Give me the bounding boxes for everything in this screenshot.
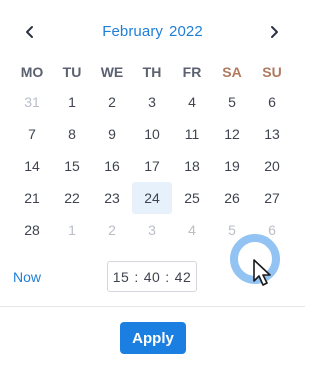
weekday-label: FR [182,64,202,80]
day-cell[interactable]: 19 [212,150,252,182]
day-cell[interactable]: 17 [132,150,172,182]
day-cell[interactable]: 12 [212,118,252,150]
weekday-label: MO [20,64,44,80]
date-time-picker: February 2022 MO TU WE TH FR SA SU 31 1 2 3 4 5 6 7 8 9 1… [0,0,305,369]
days-grid: 31 1 2 3 4 5 6 7 8 9 10 11 12 13 14 15 16 17 18 19 20 21 22 23 2… [12,86,292,246]
day-cell[interactable]: 21 [12,182,52,214]
day-cell[interactable]: 4 [172,86,212,118]
day-cell[interactable]: 28 [12,214,52,246]
day-cell[interactable]: 22 [52,182,92,214]
weekday-label: TH [142,64,162,80]
day-cell-selected[interactable]: 24 [132,182,172,214]
day-cell[interactable]: 27 [252,182,292,214]
day-cell[interactable]: 20 [252,150,292,182]
day-cell-outside-month[interactable]: 31 [12,86,52,118]
month-selector[interactable]: February [102,23,163,40]
day-cell[interactable]: 9 [92,118,132,150]
minutes-field[interactable]: 40 [144,269,161,285]
day-cell[interactable]: 11 [172,118,212,150]
day-cell[interactable]: 6 [252,86,292,118]
weekday-label: WE [100,64,124,80]
weekday-label: SA [222,64,242,80]
day-cell[interactable]: 10 [132,118,172,150]
time-separator: : [165,268,170,285]
day-cell[interactable]: 23 [92,182,132,214]
day-cell-outside-month[interactable]: 1 [52,214,92,246]
day-cell[interactable]: 5 [212,86,252,118]
day-cell[interactable]: 7 [12,118,52,150]
day-cell[interactable]: 3 [132,86,172,118]
day-cell-outside-month[interactable]: 4 [172,214,212,246]
chevron-right-icon [271,26,278,38]
mouse-pointer-icon [253,259,271,286]
day-cell[interactable]: 15 [52,150,92,182]
apply-button[interactable]: Apply [120,322,186,354]
day-cell[interactable]: 2 [92,86,132,118]
day-cell[interactable]: 14 [12,150,52,182]
day-cell[interactable]: 26 [212,182,252,214]
weekday-label: TU [62,64,82,80]
day-cell[interactable]: 13 [252,118,292,150]
now-button[interactable]: Now [13,269,41,285]
weekday-label: SU [262,64,282,80]
day-cell[interactable]: 8 [52,118,92,150]
hours-field[interactable]: 15 [113,269,130,285]
time-input[interactable]: 15 : 40 : 42 [107,261,197,292]
day-cell[interactable]: 18 [172,150,212,182]
day-cell[interactable]: 25 [172,182,212,214]
month-year-title: February 2022 [0,23,305,40]
day-cell[interactable]: 16 [92,150,132,182]
time-separator: : [134,268,139,285]
weekday-header: MO TU WE TH FR SA SU [12,64,292,84]
footer-divider [0,306,305,307]
day-cell-outside-month[interactable]: 2 [92,214,132,246]
year-selector[interactable]: 2022 [169,23,203,40]
seconds-field[interactable]: 42 [175,269,192,285]
next-month-button[interactable] [264,22,284,42]
day-cell[interactable]: 1 [52,86,92,118]
day-cell-outside-month[interactable]: 3 [132,214,172,246]
